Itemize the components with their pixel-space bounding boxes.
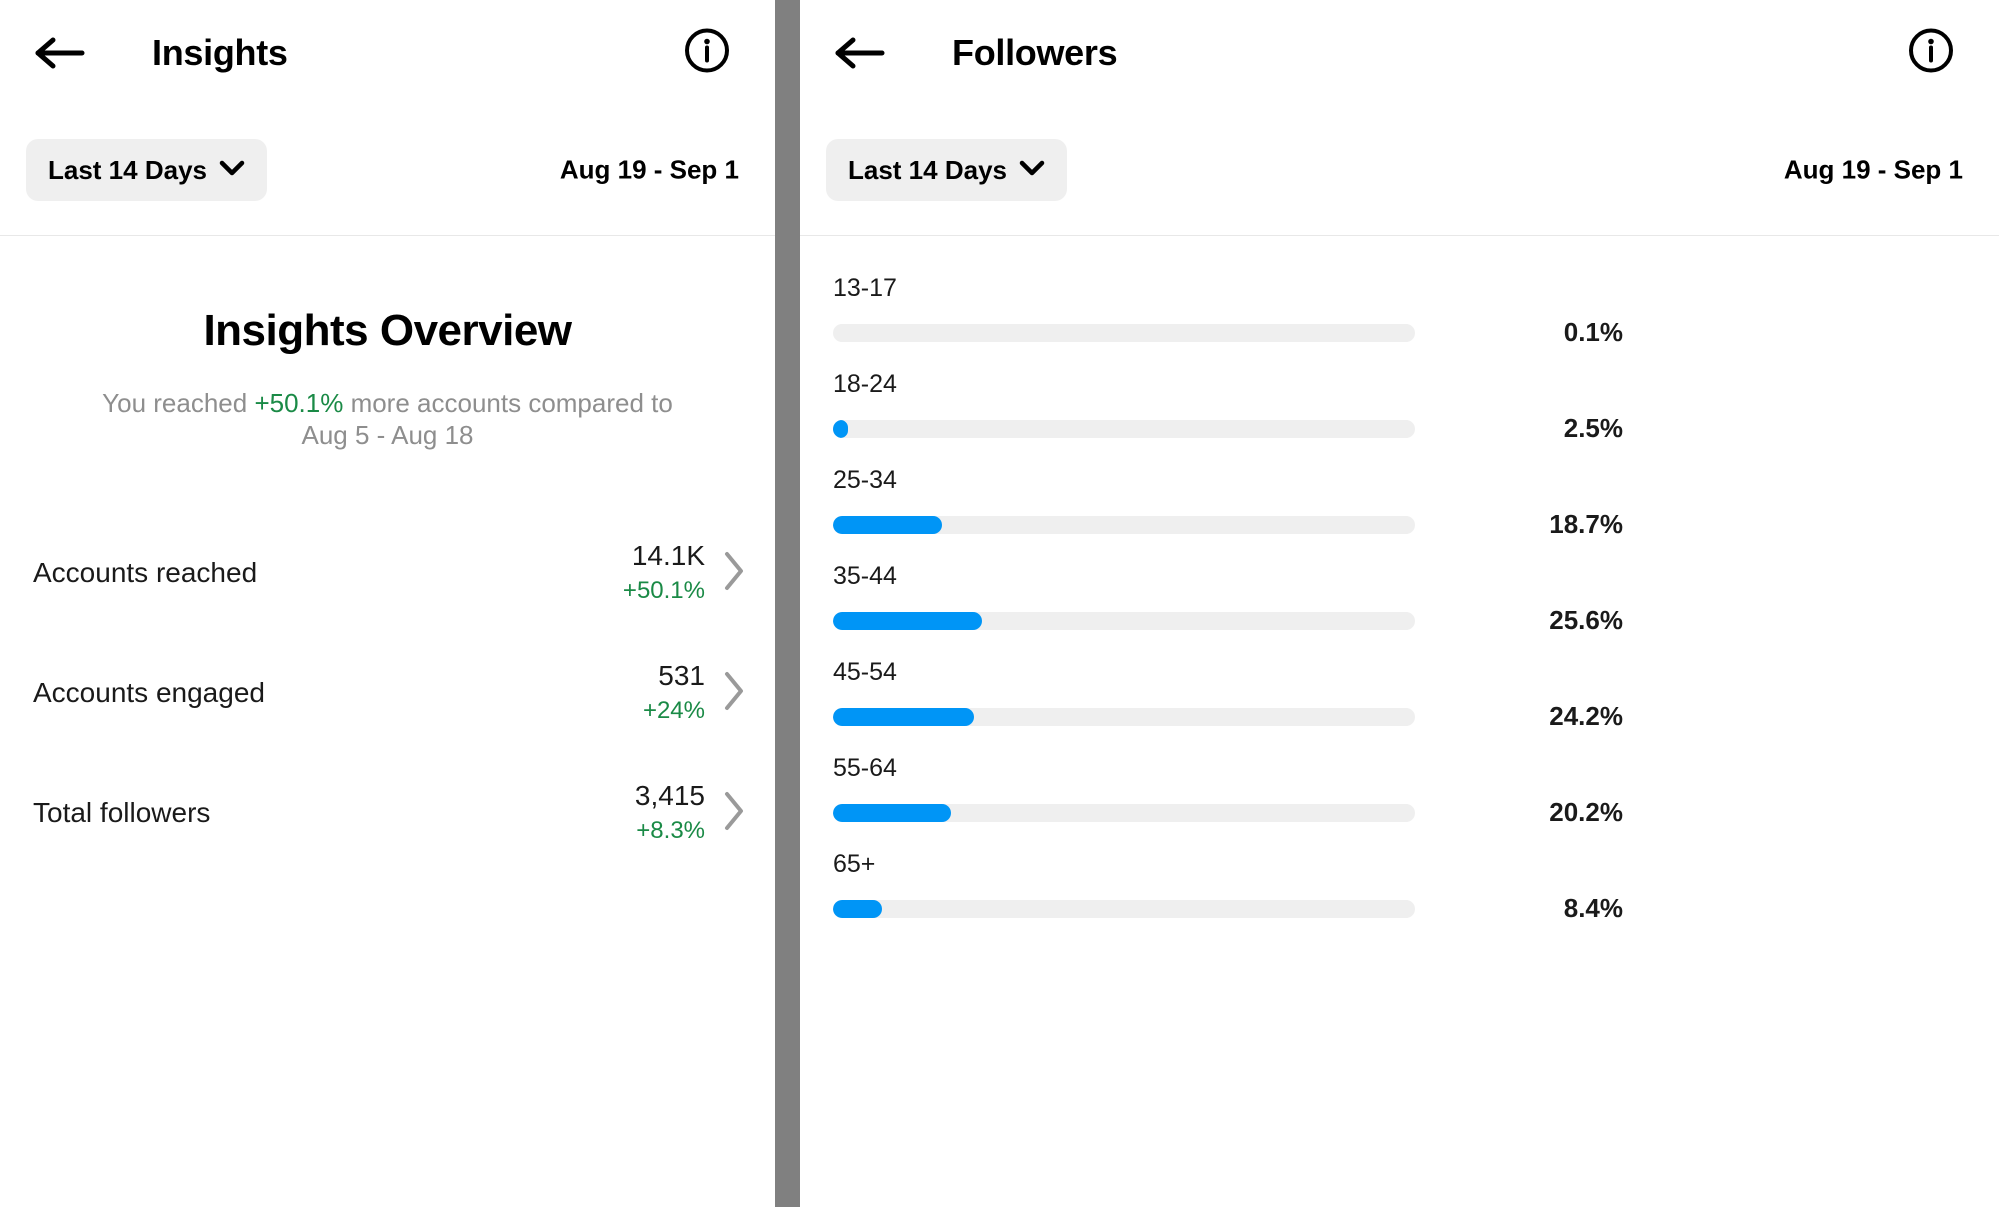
age-range-label: 18-24 xyxy=(833,360,1999,399)
metric-values: 14.1K +50.1% xyxy=(623,539,705,607)
age-bar-fill xyxy=(833,900,882,918)
age-bar-row: 55-64 20.2% xyxy=(800,744,1999,840)
age-range-label: 13-17 xyxy=(833,264,1999,303)
date-range-selector-label: Last 14 Days xyxy=(848,155,1007,186)
back-arrow-icon[interactable] xyxy=(32,33,86,73)
insights-overview-heading: Insights Overview xyxy=(0,306,775,356)
age-bar-row: 45-54 24.2% xyxy=(800,648,1999,744)
age-bar-fill xyxy=(833,420,848,438)
metric-delta: +8.3% xyxy=(635,815,705,847)
age-bar-row: 35-44 25.6% xyxy=(800,552,1999,648)
chevron-down-icon xyxy=(219,160,245,181)
age-range-label: 45-54 xyxy=(833,648,1999,687)
metric-label: Accounts reached xyxy=(33,557,623,589)
metric-value: 14.1K xyxy=(623,539,705,573)
metric-label: Accounts engaged xyxy=(33,677,643,709)
age-bar-wrapper: 18.7% xyxy=(833,509,1999,540)
date-range-text: Aug 19 - Sep 1 xyxy=(560,155,739,186)
age-bar-wrapper: 24.2% xyxy=(833,701,1999,732)
age-percentage-label: 20.2% xyxy=(1498,797,1623,828)
metric-values: 531 +24% xyxy=(643,659,705,727)
chevron-right-icon xyxy=(723,549,745,598)
age-percentage-label: 8.4% xyxy=(1498,893,1623,924)
age-bar-track xyxy=(833,804,1415,822)
subtitle-prefix: You reached xyxy=(102,388,254,418)
age-bar-row: 13-17 0.1% xyxy=(800,264,1999,360)
age-bar-row: 18-24 2.5% xyxy=(800,360,1999,456)
chevron-right-icon xyxy=(723,789,745,838)
age-bar-track xyxy=(833,324,1415,342)
age-percentage-label: 25.6% xyxy=(1498,605,1623,636)
metric-value: 531 xyxy=(643,659,705,693)
date-range-selector-label: Last 14 Days xyxy=(48,155,207,186)
insights-navbar: Insights xyxy=(0,0,775,105)
metric-label: Total followers xyxy=(33,797,635,829)
metric-row-accounts-reached[interactable]: Accounts reached 14.1K +50.1% xyxy=(0,513,775,633)
followers-navbar: Followers xyxy=(800,0,1999,105)
date-range-selector[interactable]: Last 14 Days xyxy=(26,139,267,201)
age-bar-wrapper: 20.2% xyxy=(833,797,1999,828)
subtitle-middle: more accounts compared to xyxy=(343,388,673,418)
age-bar-fill xyxy=(833,612,982,630)
age-percentage-label: 0.1% xyxy=(1498,317,1623,348)
subtitle-highlight-percent: +50.1% xyxy=(254,388,343,418)
insights-filter-bar: Last 14 Days Aug 19 - Sep 1 xyxy=(0,105,775,235)
age-bar-fill xyxy=(833,708,974,726)
age-bar-wrapper: 8.4% xyxy=(833,893,1999,924)
followers-screen: Followers Last 14 Days Aug 19 - Sep 1 xyxy=(800,0,1999,1207)
page-title: Insights xyxy=(152,32,288,74)
age-bar-track xyxy=(833,612,1415,630)
age-bar-row: 25-34 18.7% xyxy=(800,456,1999,552)
age-bar-track xyxy=(833,516,1415,534)
age-bar-fill xyxy=(833,804,951,822)
age-bar-wrapper: 2.5% xyxy=(833,413,1999,444)
date-range-selector[interactable]: Last 14 Days xyxy=(826,139,1067,201)
age-range-label: 65+ xyxy=(833,840,1999,879)
metric-delta: +50.1% xyxy=(623,575,705,607)
screen-divider xyxy=(775,0,800,1207)
age-bar-track xyxy=(833,708,1415,726)
chevron-right-icon xyxy=(723,669,745,718)
metric-delta: +24% xyxy=(643,695,705,727)
age-range-label: 35-44 xyxy=(833,552,1999,591)
metric-value: 3,415 xyxy=(635,779,705,813)
age-bar-track xyxy=(833,900,1415,918)
age-bar-wrapper: 25.6% xyxy=(833,605,1999,636)
insights-overview-subtitle: You reached +50.1% more accounts compare… xyxy=(0,388,775,451)
metric-row-total-followers[interactable]: Total followers 3,415 +8.3% xyxy=(0,753,775,873)
dual-screen-container: Insights Last 14 Days Aug 19 - Sep 1 xyxy=(0,0,1999,1207)
age-bar-fill xyxy=(833,516,942,534)
age-bar-row: 65+ 8.4% xyxy=(800,840,1999,936)
page-title: Followers xyxy=(952,32,1117,74)
age-percentage-label: 24.2% xyxy=(1498,701,1623,732)
info-circle-icon[interactable] xyxy=(1907,26,1955,79)
date-range-text: Aug 19 - Sep 1 xyxy=(1784,155,1963,186)
followers-filter-bar: Last 14 Days Aug 19 - Sep 1 xyxy=(800,105,1999,235)
age-percentage-label: 2.5% xyxy=(1498,413,1623,444)
metric-values: 3,415 +8.3% xyxy=(635,779,705,847)
age-percentage-label: 18.7% xyxy=(1498,509,1623,540)
subtitle-compare-range: Aug 5 - Aug 18 xyxy=(301,420,473,450)
chevron-down-icon xyxy=(1019,160,1045,181)
back-arrow-icon[interactable] xyxy=(832,33,886,73)
age-bar-wrapper: 0.1% xyxy=(833,317,1999,348)
age-bar-track xyxy=(833,420,1415,438)
divider-line xyxy=(0,235,775,236)
info-circle-icon[interactable] xyxy=(683,26,731,79)
metrics-list: Accounts reached 14.1K +50.1% Accounts e… xyxy=(0,513,775,873)
insights-screen: Insights Last 14 Days Aug 19 - Sep 1 xyxy=(0,0,775,1207)
age-range-label: 55-64 xyxy=(833,744,1999,783)
age-distribution-chart: 13-17 0.1% 18-24 2.5% 25-34 18.7% 35-44 25.6% 45… xyxy=(800,236,1999,936)
metric-row-accounts-engaged[interactable]: Accounts engaged 531 +24% xyxy=(0,633,775,753)
age-range-label: 25-34 xyxy=(833,456,1999,495)
